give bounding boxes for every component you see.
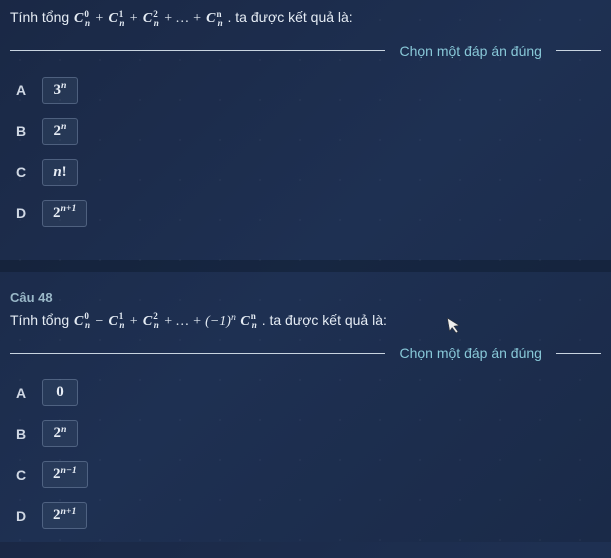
question-2-text: Tính tổng C0n − C1n + C2n + … + (−1)n Cn… xyxy=(10,311,601,332)
divider-line xyxy=(10,50,385,51)
option-value: n! xyxy=(42,159,78,186)
divider-line xyxy=(10,353,385,354)
option-value: 3n xyxy=(42,77,78,104)
q2-label: Câu 48 xyxy=(10,290,601,305)
option-letter: B xyxy=(16,426,42,442)
q2-instruction: Chọn một đáp án đúng xyxy=(385,345,555,361)
option-letter: A xyxy=(16,385,42,401)
q2-instruction-row: Chọn một đáp án đúng xyxy=(10,345,601,361)
q1-options: A 3n B 2n C n! D 2n+1 xyxy=(10,77,601,227)
option-value: 2n+1 xyxy=(42,502,87,529)
option-letter: B xyxy=(16,123,42,139)
option-value: 2n xyxy=(42,420,78,447)
option-letter: C xyxy=(16,164,42,180)
q1-formula: C0n + C1n + C2n + … + Cnn xyxy=(73,11,224,26)
q2-option-c[interactable]: C 2n−1 xyxy=(16,461,601,488)
option-letter: D xyxy=(16,508,42,524)
option-value: 2n xyxy=(42,118,78,145)
question-1: Tính tổng C0n + C1n + C2n + … + Cnn . ta… xyxy=(0,0,611,256)
q1-option-d[interactable]: D 2n+1 xyxy=(16,200,601,227)
q1-suffix: . ta được kết quả là: xyxy=(228,9,353,25)
q1-option-a[interactable]: A 3n xyxy=(16,77,601,104)
q2-formula: C0n − C1n + C2n + … + (−1)n Cnn xyxy=(73,314,258,329)
option-letter: C xyxy=(16,467,42,483)
q1-option-c[interactable]: C n! xyxy=(16,159,601,186)
option-letter: A xyxy=(16,82,42,98)
section-gap xyxy=(0,260,611,272)
option-value: 0 xyxy=(42,379,78,406)
q1-instruction: Chọn một đáp án đúng xyxy=(385,43,555,59)
question-2: Câu 48 Tính tổng C0n − C1n + C2n + … + (… xyxy=(0,282,611,558)
divider-line xyxy=(556,353,601,354)
q1-instruction-row: Chọn một đáp án đúng xyxy=(10,43,601,59)
q1-option-b[interactable]: B 2n xyxy=(16,118,601,145)
option-value: 2n+1 xyxy=(42,200,87,227)
divider-line xyxy=(556,50,601,51)
q2-option-d[interactable]: D 2n+1 xyxy=(16,502,601,529)
q2-option-a[interactable]: A 0 xyxy=(16,379,601,406)
q2-prefix: Tính tổng xyxy=(10,312,73,328)
q2-suffix: . ta được kết quả là: xyxy=(262,312,387,328)
question-1-text: Tính tổng C0n + C1n + C2n + … + Cnn . ta… xyxy=(10,8,601,29)
q2-option-b[interactable]: B 2n xyxy=(16,420,601,447)
option-value: 2n−1 xyxy=(42,461,88,488)
q2-options: A 0 B 2n C 2n−1 D 2n+1 xyxy=(10,379,601,529)
option-letter: D xyxy=(16,205,42,221)
q1-prefix: Tính tổng xyxy=(10,9,73,25)
